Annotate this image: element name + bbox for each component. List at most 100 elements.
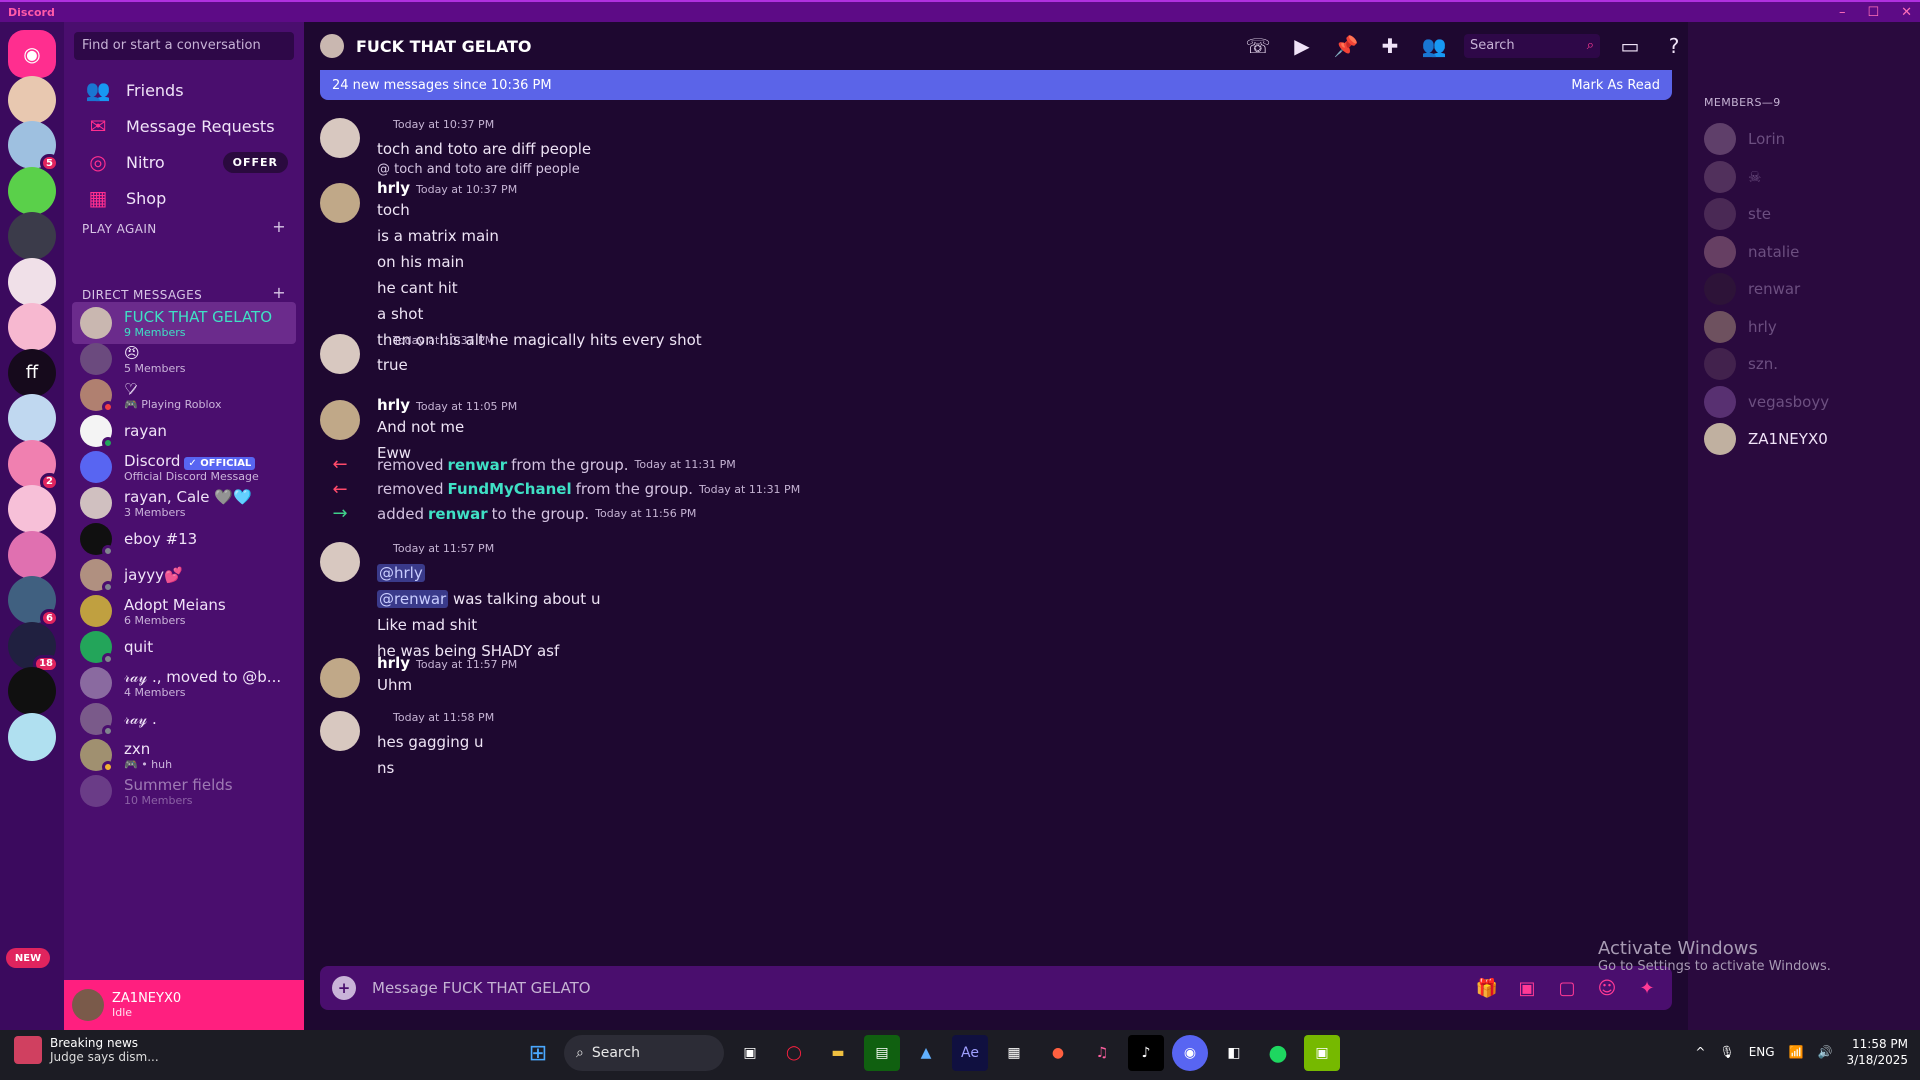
play-again-add-icon[interactable]: + (272, 219, 286, 236)
pin-icon[interactable]: 📌 (1332, 32, 1360, 60)
dm-name: eboy #13 (124, 530, 197, 548)
gift-icon[interactable]: 🎁 (1474, 975, 1500, 1001)
member-item[interactable]: szn. (1704, 343, 1908, 385)
taskbar-search[interactable]: ⌕ Search (564, 1035, 724, 1071)
search-input[interactable]: Search ⌕ (1464, 34, 1600, 58)
attach-plus-button[interactable]: + (332, 976, 356, 1000)
minimize-button[interactable]: – (1839, 5, 1846, 20)
wifi-icon[interactable]: 📶 (1789, 1045, 1804, 1059)
avatar[interactable] (320, 400, 360, 440)
message-content: Today at 11:58 PM hes gagging u ns (320, 707, 1650, 781)
call-icon[interactable]: ☏ (1244, 32, 1272, 60)
server-icon[interactable] (8, 667, 56, 715)
calculator-icon[interactable]: ▦ (996, 1035, 1032, 1071)
server-icon[interactable]: 5 (8, 121, 59, 172)
avatar (80, 343, 112, 375)
inbox-icon[interactable]: ▭ (1616, 32, 1644, 60)
system-user[interactable]: renwar (447, 456, 507, 474)
apps-icon[interactable]: ✦ (1634, 975, 1660, 1001)
server-icon[interactable]: 2 (8, 439, 59, 491)
server-icon[interactable]: ff (8, 348, 56, 397)
spotify-icon[interactable]: ● (1260, 1035, 1296, 1071)
microphone-icon[interactable]: 🎙 (1719, 1045, 1734, 1059)
clock[interactable]: 11:58 PM 3/18/2025 (1846, 1036, 1908, 1068)
dm-name-label: rayan, Cale 🩶🩵 (124, 487, 252, 506)
maximize-button[interactable]: ☐ (1867, 5, 1879, 20)
server-icon[interactable] (8, 485, 56, 533)
avatar[interactable] (320, 711, 360, 751)
member-item[interactable]: hrly (1704, 306, 1908, 348)
language-indicator[interactable]: ENG (1749, 1045, 1775, 1059)
server-icon[interactable] (8, 166, 56, 215)
message-input[interactable] (372, 979, 1474, 997)
clock-date: 3/18/2025 (1846, 1053, 1908, 1067)
add-member-icon[interactable]: ✚ (1376, 32, 1404, 60)
message-author[interactable]: hrly (377, 654, 410, 672)
user-mention[interactable]: @renwar (377, 590, 449, 608)
message-author[interactable]: hrly (377, 179, 410, 197)
tiktok-icon[interactable]: ♪ (1128, 1035, 1164, 1071)
microphone-icon[interactable]: ● (1040, 1035, 1076, 1071)
server-icon[interactable] (8, 303, 56, 351)
server-icon[interactable]: 6 (8, 576, 59, 627)
chevron-up-icon[interactable]: ^ (1695, 1045, 1705, 1059)
server-icon[interactable]: 18 (8, 621, 59, 673)
find-conversation-button[interactable]: Find or start a conversation (74, 32, 294, 60)
member-item[interactable]: vegasboyy (1704, 381, 1908, 423)
server-icon[interactable] (8, 394, 56, 442)
app-icon[interactable]: ▤ (864, 1035, 900, 1071)
nvidia-icon[interactable]: ▣ (1304, 1035, 1340, 1071)
new-messages-bar[interactable]: 24 new messages since 10:36 PM Mark As R… (320, 70, 1672, 100)
member-list-icon[interactable]: 👥 (1420, 32, 1448, 60)
avatar[interactable] (320, 334, 360, 374)
avatar[interactable] (320, 183, 360, 223)
member-item[interactable]: ste (1704, 193, 1908, 235)
member-item[interactable]: natalie (1704, 231, 1908, 273)
system-user[interactable]: renwar (428, 505, 488, 523)
volume-icon[interactable]: 🔊 (1818, 1045, 1833, 1059)
mark-as-read-button[interactable]: Mark As Read (1571, 78, 1660, 93)
nav-nitro[interactable]: ◎ Nitro OFFER (72, 142, 296, 182)
member-item[interactable]: ZA1NEYX0 (1704, 418, 1908, 460)
avatar[interactable] (320, 542, 360, 582)
sticker-icon[interactable]: ▢ (1554, 975, 1580, 1001)
photos-icon[interactable]: ▲ (908, 1035, 944, 1071)
member-item[interactable]: Lorin (1704, 118, 1908, 160)
close-button[interactable]: ✕ (1901, 5, 1912, 20)
video-call-icon[interactable]: ▶ (1288, 32, 1316, 60)
after-effects-icon[interactable]: Ae (952, 1035, 988, 1071)
file-explorer-icon[interactable]: ▬ (820, 1035, 856, 1071)
message-author[interactable]: hrly (377, 396, 410, 414)
start-icon[interactable]: ⊞ (520, 1035, 556, 1071)
user-mention[interactable]: @hrly (377, 564, 425, 582)
help-icon[interactable]: ? (1660, 32, 1688, 60)
opera-icon[interactable]: ◯ (776, 1035, 812, 1071)
itunes-icon[interactable]: ♫ (1084, 1035, 1120, 1071)
discord-taskbar-icon[interactable]: ◉ (1172, 1035, 1208, 1071)
system-user[interactable]: FundMyChanel (447, 480, 571, 498)
reply-preview[interactable]: @ toch and toto are diff people (377, 162, 1650, 177)
dm-text: eboy #13 (124, 530, 197, 548)
task-view-icon[interactable]: ▣ (732, 1035, 768, 1071)
capcut-icon[interactable]: ◧ (1216, 1035, 1252, 1071)
user-panel[interactable]: ZA1NEYX0 Idle (64, 980, 304, 1030)
emoji-icon[interactable]: ☺ (1594, 975, 1620, 1001)
mail-icon: ✉ (89, 114, 107, 138)
member-item[interactable]: renwar (1704, 268, 1908, 310)
nav-friends[interactable]: 👥 Friends (72, 70, 296, 110)
server-icon[interactable] (8, 530, 56, 579)
nav-shop[interactable]: ▦ Shop (72, 178, 296, 218)
create-dm-icon[interactable]: + (272, 285, 286, 302)
avatar[interactable] (320, 658, 360, 698)
member-item[interactable]: ☠ (1704, 156, 1908, 198)
server-icon[interactable] (8, 75, 56, 124)
avatar[interactable] (320, 118, 360, 158)
dm-item[interactable]: Summer fields 10 Members (72, 770, 296, 812)
gif-icon[interactable]: ▣ (1514, 975, 1540, 1001)
server-icon[interactable] (8, 712, 56, 761)
server-icon[interactable] (8, 212, 56, 260)
news-widget[interactable]: Breaking news Judge says dism... (14, 1036, 159, 1064)
server-icon[interactable]: ◉ (8, 30, 56, 78)
server-icon[interactable] (8, 257, 56, 306)
nav-message-requests[interactable]: ✉ Message Requests (72, 106, 296, 146)
